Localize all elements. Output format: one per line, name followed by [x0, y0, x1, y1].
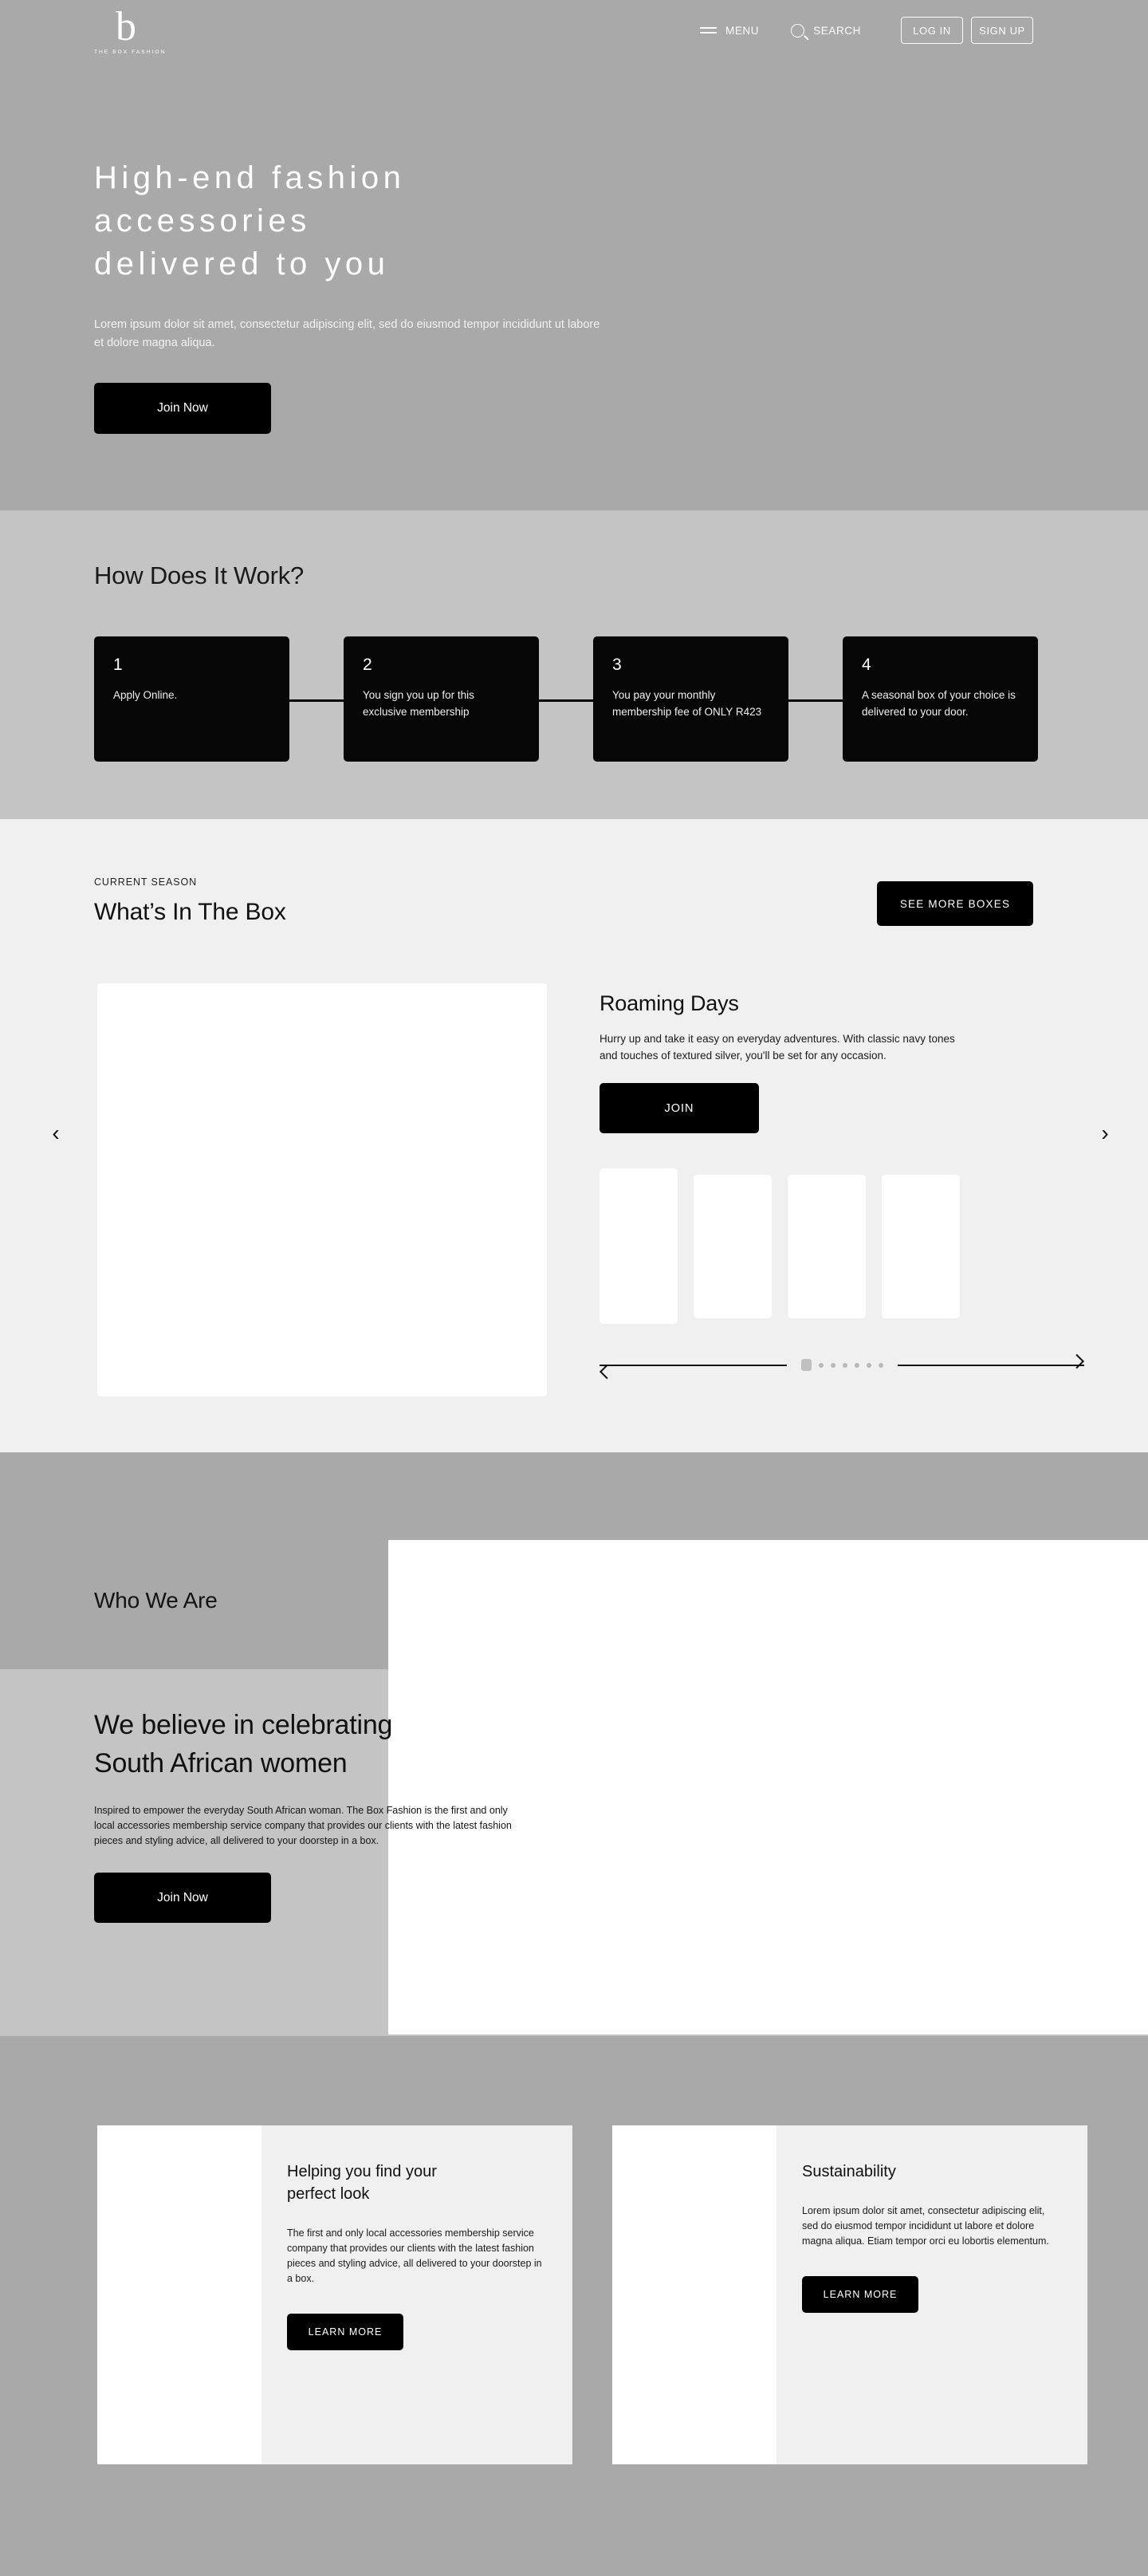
chevron-right-icon[interactable]: ›	[1081, 1121, 1129, 1146]
carousel-dot[interactable]	[866, 1362, 871, 1368]
box-section-header: CURRENT SEASON What’s In The Box SEE MOR…	[0, 876, 1148, 926]
step-connector	[289, 636, 344, 762]
current-season-eyebrow: CURRENT SEASON	[94, 876, 198, 888]
box-carousel: ‹ Roaming Days Hurry up and take it easy…	[0, 983, 1148, 1396]
hero-headline: High-end fashion accessories delivered t…	[94, 160, 406, 282]
hero-section: b THE BOX FASHION MENU SEARCH LOG IN SIG…	[0, 0, 1148, 510]
hero-subtitle: Lorem ipsum dolor sit amet, consectetur …	[94, 318, 600, 349]
product-thumbnail[interactable]	[882, 1175, 960, 1318]
step-card: 4 A seasonal box of your choice is deliv…	[843, 636, 1038, 762]
product-thumbnail[interactable]	[788, 1175, 866, 1318]
menu-button[interactable]: MENU	[699, 24, 760, 37]
log-in-button[interactable]: LOG IN	[901, 17, 963, 44]
hero-join-now-button[interactable]: Join Now	[94, 383, 271, 434]
carousel-dot[interactable]	[878, 1362, 883, 1368]
product-name: Roaming Days	[600, 991, 739, 1015]
feature-card-text: The first and only local accessories mem…	[287, 2227, 542, 2284]
feature-card-title: Sustainability	[802, 2163, 896, 2180]
carousel-prev-arrow[interactable]	[600, 1364, 787, 1366]
logo-mark-b: b	[116, 4, 136, 49]
product-main-image[interactable]	[97, 983, 547, 1396]
step-text: A seasonal box of your choice is deliver…	[862, 689, 1016, 718]
feature-card-body: Helping you find your perfect look The f…	[261, 2125, 572, 2464]
product-description: Hurry up and take it easy on everyday ad…	[600, 1033, 955, 1062]
step-number: 2	[363, 656, 372, 674]
features-section: Helping you find your perfect look The f…	[0, 2036, 1148, 2576]
step-text: You sign you up for this exclusive membe…	[363, 689, 474, 718]
hamburger-icon	[699, 27, 717, 33]
feature-card-image	[97, 2125, 261, 2464]
step-card: 3 You pay your monthly membership fee of…	[593, 636, 788, 762]
who-we-are-join-now-button[interactable]: Join Now	[94, 1873, 271, 1923]
top-navigation: b THE BOX FASHION MENU SEARCH LOG IN SIG…	[0, 0, 1148, 61]
who-we-are-content: We believe in celebrating South African …	[94, 1706, 517, 1923]
how-it-works-section: How Does It Work? 1 Apply Online. 2 You …	[0, 510, 1148, 819]
sign-up-button[interactable]: SIGN UP	[971, 17, 1033, 44]
who-we-are-heading: We believe in celebrating South African …	[94, 1710, 393, 1778]
menu-label: MENU	[725, 24, 760, 37]
product-thumbnail-strip	[600, 1168, 1148, 1324]
box-section-title: What’s In The Box	[94, 899, 286, 925]
logo-wordmark: THE BOX FASHION	[94, 49, 167, 55]
step-text: You pay your monthly membership fee of O…	[612, 689, 762, 718]
feature-card-body: Sustainability Lorem ipsum dolor sit ame…	[776, 2125, 1087, 2464]
landing-page: b THE BOX FASHION MENU SEARCH LOG IN SIG…	[0, 0, 1148, 2576]
how-it-works-title: How Does It Work?	[94, 561, 305, 589]
step-number: 3	[612, 656, 622, 674]
box-heading-group: CURRENT SEASON What’s In The Box	[94, 876, 286, 926]
carousel-dot[interactable]	[830, 1362, 835, 1368]
step-connector	[788, 636, 843, 762]
step-card: 2 You sign you up for this exclusive mem…	[344, 636, 539, 762]
carousel-dot[interactable]	[800, 1359, 812, 1371]
carousel-next-arrow[interactable]	[897, 1364, 1084, 1366]
product-thumbnail[interactable]	[600, 1168, 678, 1324]
feature-learn-more-button[interactable]: LEARN MORE	[287, 2314, 403, 2350]
search-label: SEARCH	[813, 24, 861, 37]
hero-content: High-end fashion accessories delivered t…	[94, 156, 604, 434]
carousel-dot[interactable]	[818, 1362, 824, 1368]
carousel-dots	[787, 1359, 898, 1371]
feature-card-row: Helping you find your perfect look The f…	[0, 2125, 1148, 2464]
step-connector	[539, 636, 593, 762]
feature-card: Helping you find your perfect look The f…	[97, 2125, 572, 2464]
feature-card-text: Lorem ipsum dolor sit amet, consectetur …	[802, 2205, 1049, 2247]
search-button[interactable]: SEARCH	[791, 23, 861, 37]
whats-in-the-box-section: CURRENT SEASON What’s In The Box SEE MOR…	[0, 819, 1148, 1452]
step-card: 1 Apply Online.	[94, 636, 289, 762]
feature-card: Sustainability Lorem ipsum dolor sit ame…	[612, 2125, 1087, 2464]
see-more-boxes-button[interactable]: SEE MORE BOXES	[877, 881, 1033, 926]
feature-learn-more-button[interactable]: LEARN MORE	[802, 2276, 918, 2313]
nav-actions: MENU SEARCH LOG IN SIGN UP	[699, 0, 1033, 61]
carousel-dot[interactable]	[842, 1362, 847, 1368]
product-thumbnail[interactable]	[694, 1175, 772, 1318]
product-detail: Roaming Days Hurry up and take it easy o…	[600, 983, 1148, 1396]
carousel-pagination	[600, 1359, 1084, 1371]
product-join-button[interactable]: JOIN	[600, 1083, 759, 1133]
feature-card-image	[612, 2125, 776, 2464]
who-we-are-label: Who We Are	[94, 1588, 218, 1613]
brand-logo[interactable]: b THE BOX FASHION	[94, 4, 167, 56]
step-number: 4	[862, 656, 871, 674]
step-text: Apply Online.	[113, 689, 178, 701]
carousel-dot[interactable]	[854, 1362, 859, 1368]
who-we-are-section: Who We Are We believe in celebrating Sou…	[0, 1452, 1148, 2036]
chevron-left-icon[interactable]: ‹	[32, 1121, 80, 1146]
who-we-are-paragraph: Inspired to empower the everyday South A…	[94, 1805, 512, 1846]
step-number: 1	[113, 656, 123, 674]
search-icon	[791, 23, 805, 37]
feature-card-title: Helping you find your perfect look	[287, 2163, 437, 2203]
steps-list: 1 Apply Online. 2 You sign you up for th…	[94, 636, 1148, 762]
